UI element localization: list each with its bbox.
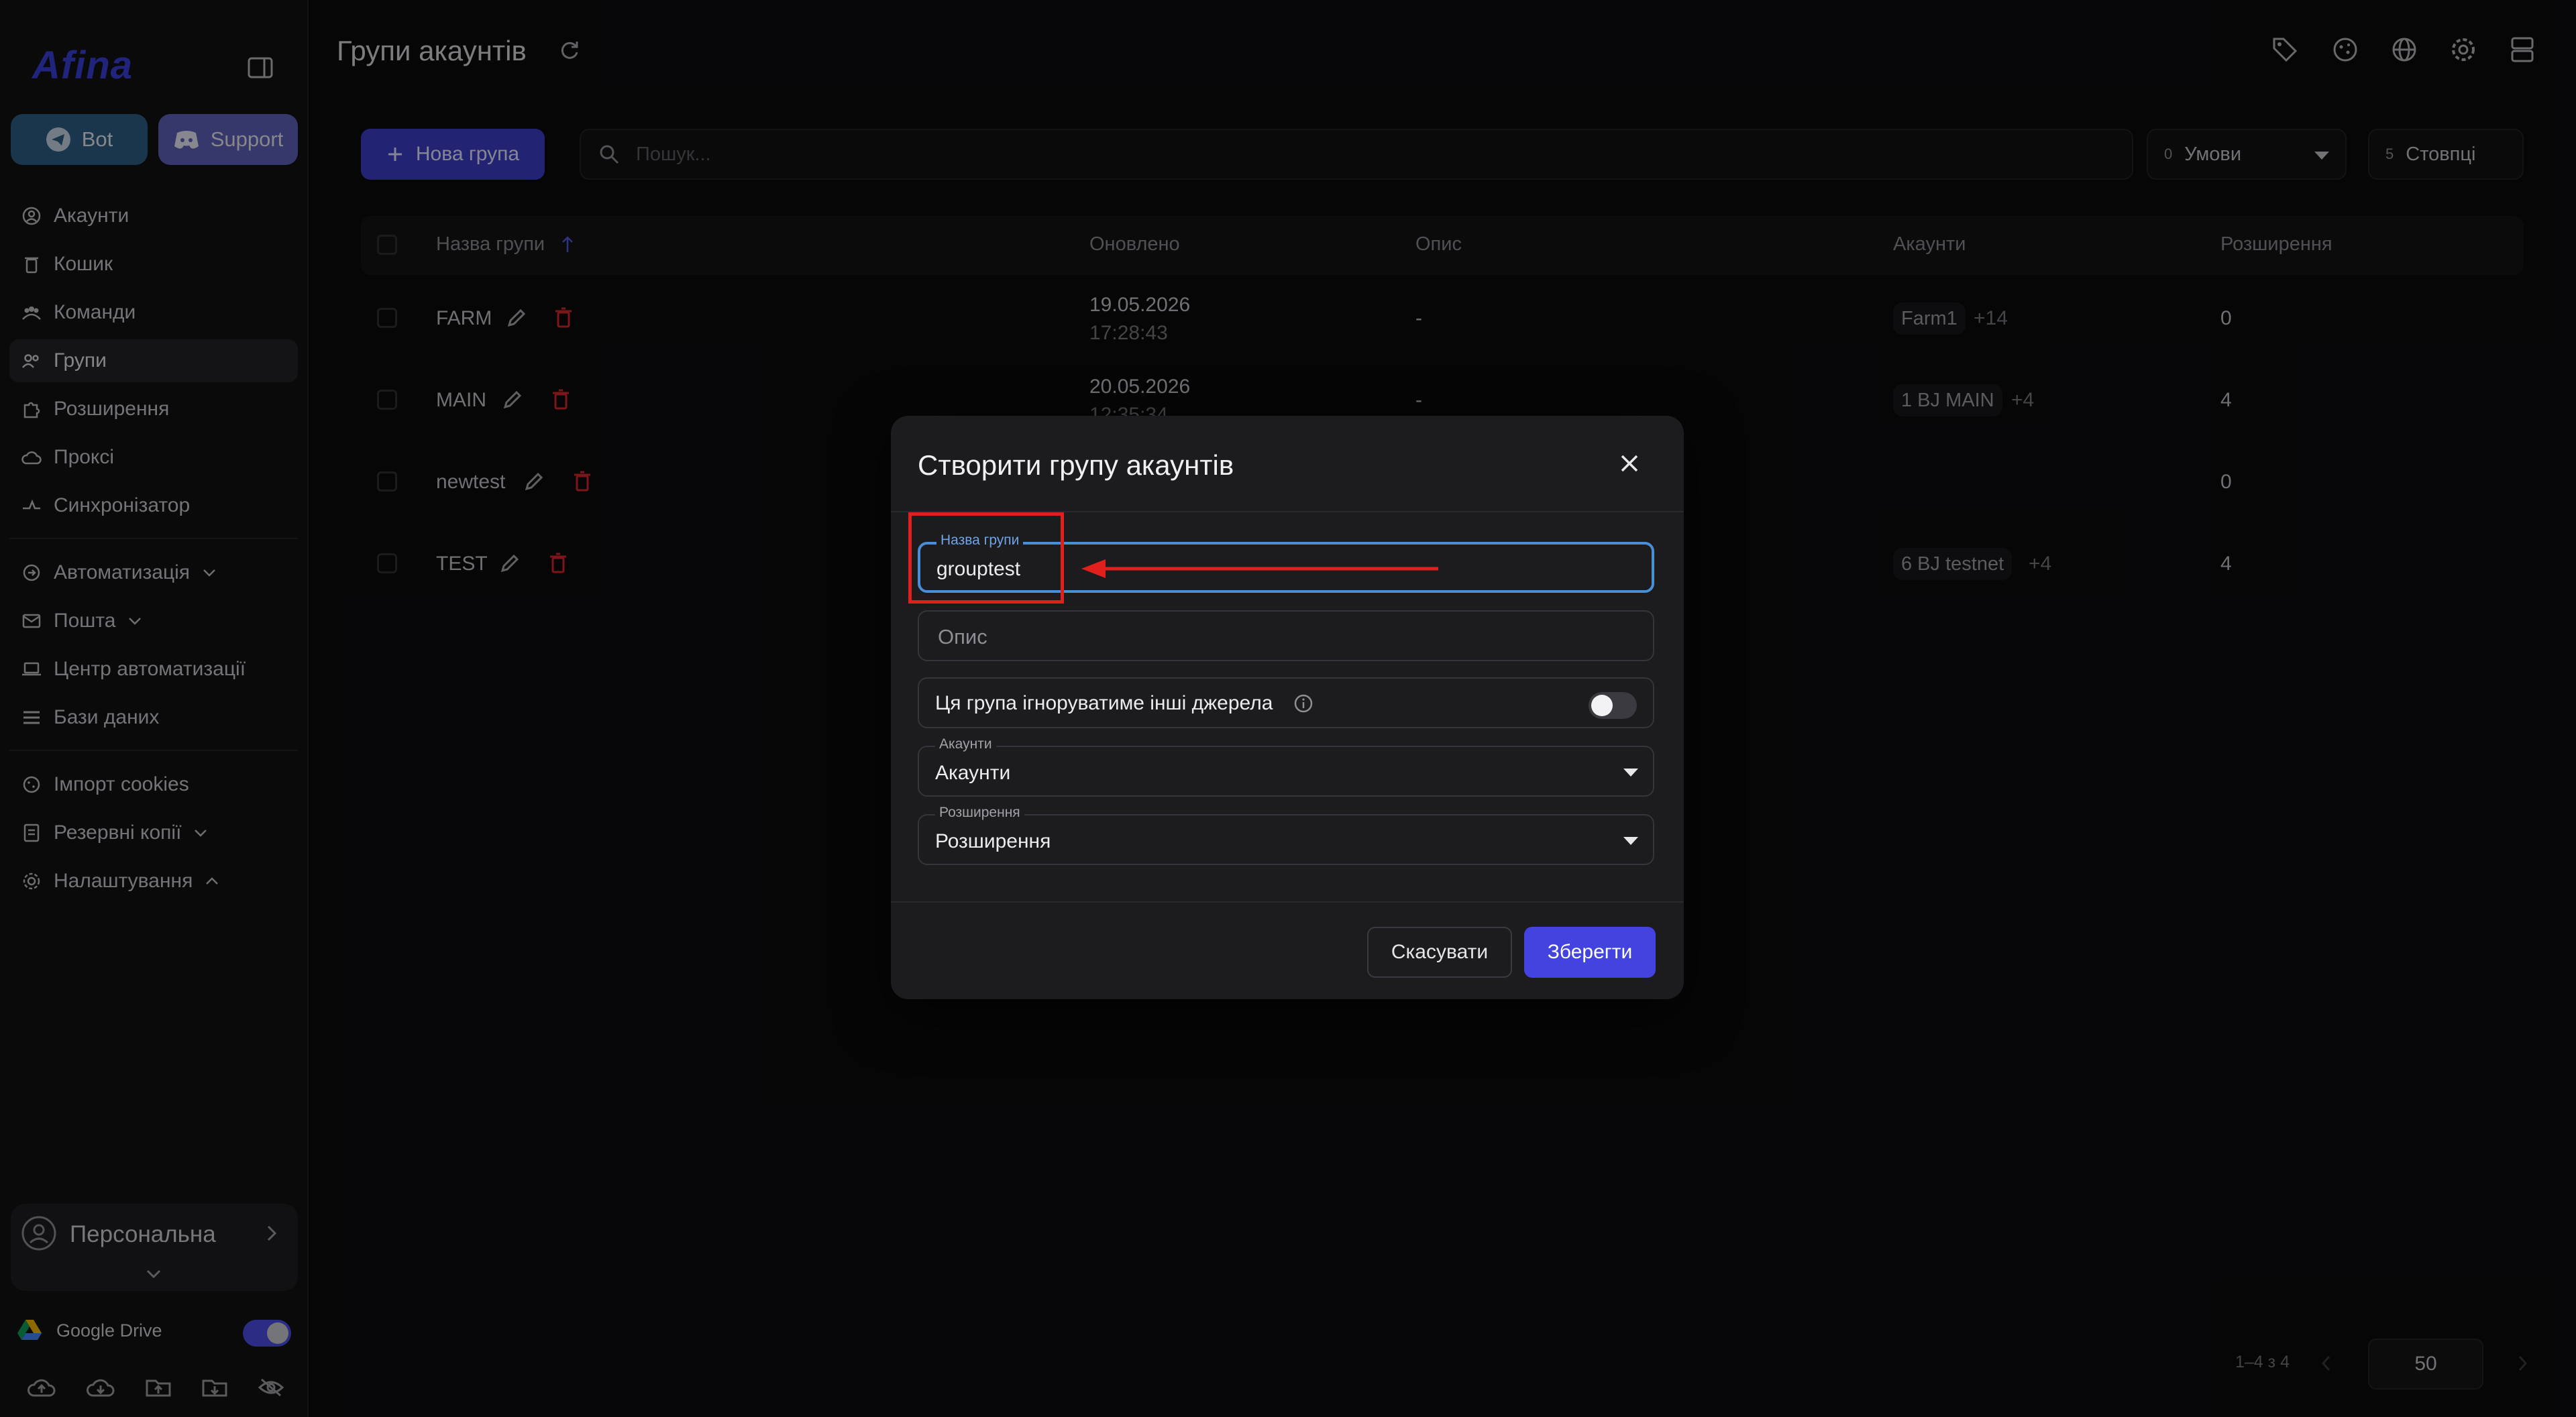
info-icon[interactable] bbox=[1293, 693, 1313, 714]
caret-down-icon bbox=[1623, 769, 1638, 777]
description-placeholder: Опис bbox=[938, 625, 987, 648]
annotation-highlight-box bbox=[908, 512, 1064, 604]
accounts-select[interactable]: Акаунти Акаунти bbox=[918, 736, 1654, 797]
dialog-title: Створити групу акаунтів bbox=[918, 449, 1234, 481]
extensions-select-label: Розширення bbox=[935, 805, 1024, 821]
extensions-select[interactable]: Розширення Розширення bbox=[918, 805, 1654, 865]
dialog-divider bbox=[891, 901, 1684, 903]
annotation-arrow bbox=[1073, 555, 1442, 582]
ignore-sources-row: Ця група ігноруватиме інші джерела bbox=[918, 677, 1654, 728]
cancel-button[interactable]: Скасувати bbox=[1367, 927, 1512, 978]
accounts-select-value: Акаунти bbox=[935, 762, 1011, 784]
ignore-sources-label: Ця група ігноруватиме інші джерела bbox=[935, 692, 1273, 714]
caret-down-icon bbox=[1623, 837, 1638, 845]
accounts-select-label: Акаунти bbox=[935, 736, 996, 752]
extensions-select-value: Розширення bbox=[935, 830, 1051, 852]
description-field[interactable]: Опис bbox=[918, 610, 1654, 661]
ignore-sources-toggle[interactable] bbox=[1589, 692, 1637, 719]
save-button[interactable]: Зберегти bbox=[1524, 927, 1656, 978]
close-icon[interactable] bbox=[1619, 453, 1640, 473]
create-group-dialog: Створити групу акаунтів Назва групи grou… bbox=[891, 416, 1684, 999]
